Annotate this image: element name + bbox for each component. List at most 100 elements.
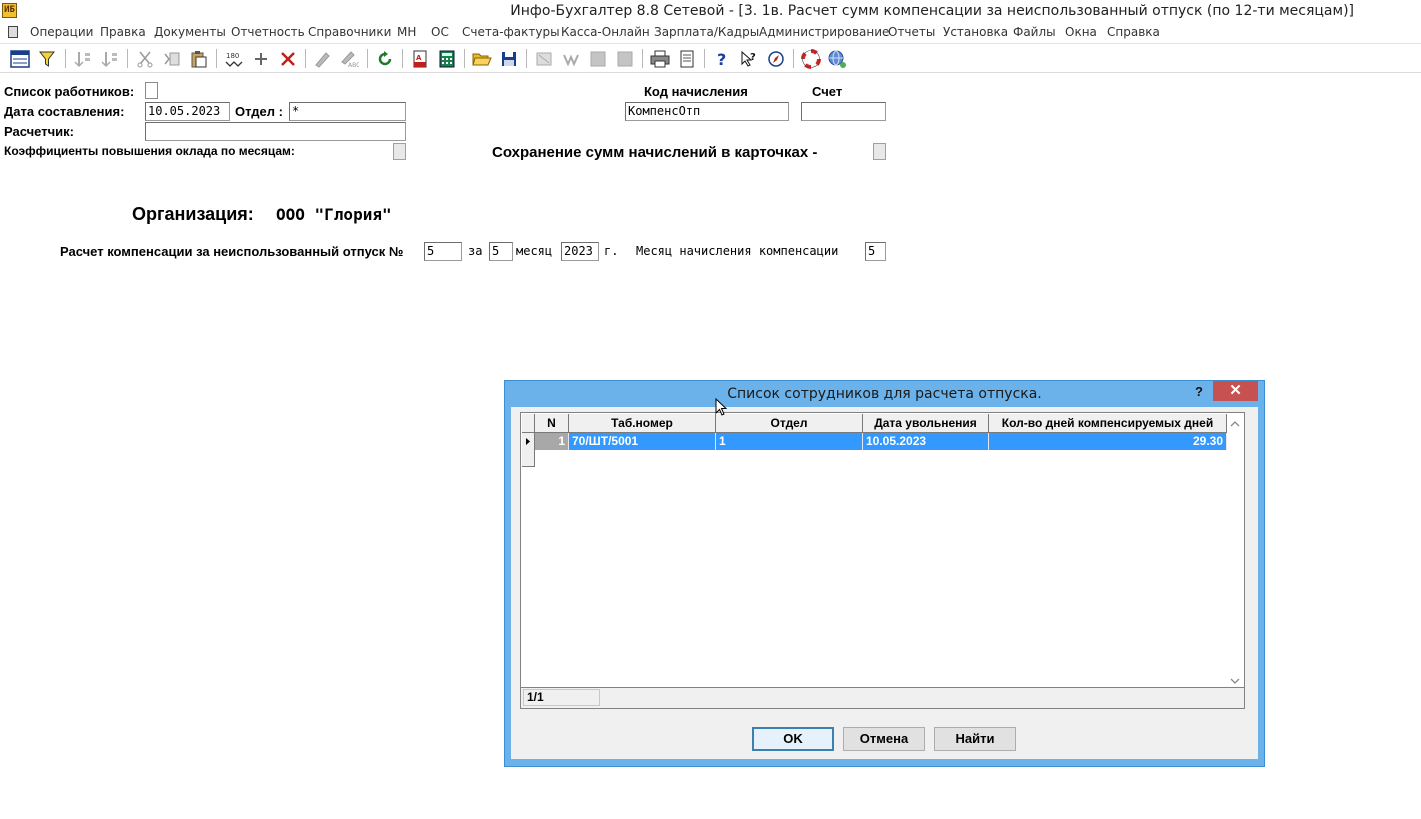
refresh-icon[interactable] [374,48,396,70]
filter-icon[interactable] [36,48,58,70]
grid-corner [522,414,535,433]
preview-icon[interactable] [676,48,698,70]
scroll-down-icon[interactable] [1229,674,1241,684]
menu-reports[interactable]: Отчеты [888,25,935,39]
document-icon[interactable] [8,26,18,38]
menu-reporting[interactable]: Отчетность [231,25,305,39]
mark-180-icon[interactable]: 180 [223,48,245,70]
toolbar-separator [305,49,306,68]
toolbar-separator [464,49,465,68]
svg-text:?: ? [717,50,726,68]
col-header-compensated-days[interactable]: Кол-во дней компенсируемых дней [989,414,1227,433]
dialog-close-button[interactable]: ✕ [1213,381,1258,401]
delete-icon[interactable] [277,48,299,70]
pen-edit-icon[interactable]: ABC [338,48,360,70]
disabled-d-icon[interactable] [614,48,636,70]
svg-text:ABC: ABC [348,62,359,68]
save-icon[interactable] [498,48,520,70]
cell-n[interactable]: 1 [535,433,569,450]
disabled-b-icon[interactable] [560,48,582,70]
cell-department[interactable]: 1 [716,433,863,450]
grid-icon[interactable] [9,48,31,70]
grid-vertical-scrollbar[interactable] [1227,414,1243,687]
sort-asc-icon[interactable] [72,48,94,70]
window-title: Инфо-Бухгалтер 8.8 Сетевой - [3. 1в. Рас… [510,3,1354,19]
accrual-month-label: Месяц начисления компенсации [636,244,839,258]
menu-os[interactable]: ОС [431,25,449,39]
record-counter: 1/1 [523,689,600,706]
context-help-icon[interactable]: ? [738,48,760,70]
globe-icon[interactable] [826,48,848,70]
pen-icon[interactable] [311,48,333,70]
date-field[interactable]: 10.05.2023 [145,102,230,121]
menu-administration[interactable]: Администрирование [759,25,889,39]
compass-icon[interactable] [765,48,787,70]
menu-invoices[interactable]: Счета-фактуры [462,25,560,39]
menu-mn[interactable]: МН [397,25,416,39]
save-sums-checkbox[interactable] [873,143,886,160]
col-header-tab-number[interactable]: Таб.номер [569,414,716,433]
organization-name: ООО "Глория" [276,205,392,224]
calc-number-label: Расчет компенсации за неиспользованный о… [60,244,404,259]
sort-desc-icon[interactable] [99,48,121,70]
lifebuoy-icon[interactable] [800,48,822,70]
salary-coef-checkbox[interactable] [393,143,406,160]
calculator-field[interactable] [145,122,406,141]
cut-copy-icon[interactable] [161,48,183,70]
toolbar-separator [402,49,403,68]
account-field[interactable] [801,102,886,121]
month-field[interactable]: 5 [489,242,513,261]
menu-files[interactable]: Файлы [1013,25,1056,39]
disabled-c-icon[interactable] [587,48,609,70]
toolbar-separator [216,49,217,68]
calc-number-field[interactable]: 5 [424,242,462,261]
employee-grid[interactable] [520,412,1245,709]
menu-edit[interactable]: Правка [100,25,146,39]
paste-icon[interactable] [188,48,210,70]
scroll-up-icon[interactable] [1229,417,1241,427]
menu-documents[interactable]: Документы [154,25,226,39]
cell-compensated-days[interactable]: 29.30 [989,433,1227,450]
accrual-month-field[interactable]: 5 [865,242,886,261]
print-icon[interactable] [649,48,671,70]
calculator-icon[interactable] [436,48,458,70]
toolbar-separator [65,49,66,68]
toolbar-separator [127,49,128,68]
row-pointer-icon [526,438,530,445]
svg-text:A: A [416,54,422,62]
menu-salary-hr[interactable]: Зарплата/Кадры [654,25,759,39]
ok-button[interactable]: OK [752,727,834,751]
toolbar-separator [367,49,368,68]
menu-cash-online[interactable]: Касса-Онлайн [561,25,650,39]
year-label: г. [604,244,619,258]
cut-icon[interactable] [134,48,156,70]
svg-text:180: 180 [226,52,239,60]
add-icon[interactable] [250,48,272,70]
cell-dismissal-date[interactable]: 10.05.2023 [863,433,989,450]
menu-operations[interactable]: Операции [30,25,93,39]
cancel-button[interactable]: Отмена [843,727,925,751]
cell-tab-number[interactable]: 70/ШТ/5001 [569,433,716,450]
toolbar-separator [642,49,643,68]
dept-field[interactable]: * [289,102,406,121]
col-header-dismissal-date[interactable]: Дата увольнения [863,414,989,433]
col-header-n[interactable]: N [535,414,569,433]
col-header-department[interactable]: Отдел [716,414,863,433]
dialog-help-button[interactable]: ? [1190,383,1208,401]
accrual-code-field[interactable]: КомпенсОтп [625,102,789,121]
row-indicator[interactable] [522,433,535,450]
help-icon[interactable]: ? [711,48,733,70]
disabled-a-icon[interactable] [533,48,555,70]
toolbar-separator [704,49,705,68]
find-button[interactable]: Найти [934,727,1016,751]
year-field[interactable]: 2023 [561,242,599,261]
workers-list-checkbox[interactable] [145,82,158,99]
menu-windows[interactable]: Окна [1065,25,1097,39]
open-folder-icon[interactable] [471,48,493,70]
for-label: за [468,244,483,258]
pdf-icon[interactable]: A [409,48,431,70]
menu-settings[interactable]: Установка [943,25,1008,39]
menu-directories[interactable]: Справочники [308,25,391,39]
menu-help[interactable]: Справка [1107,25,1160,39]
grid-status-bar [521,687,1244,708]
